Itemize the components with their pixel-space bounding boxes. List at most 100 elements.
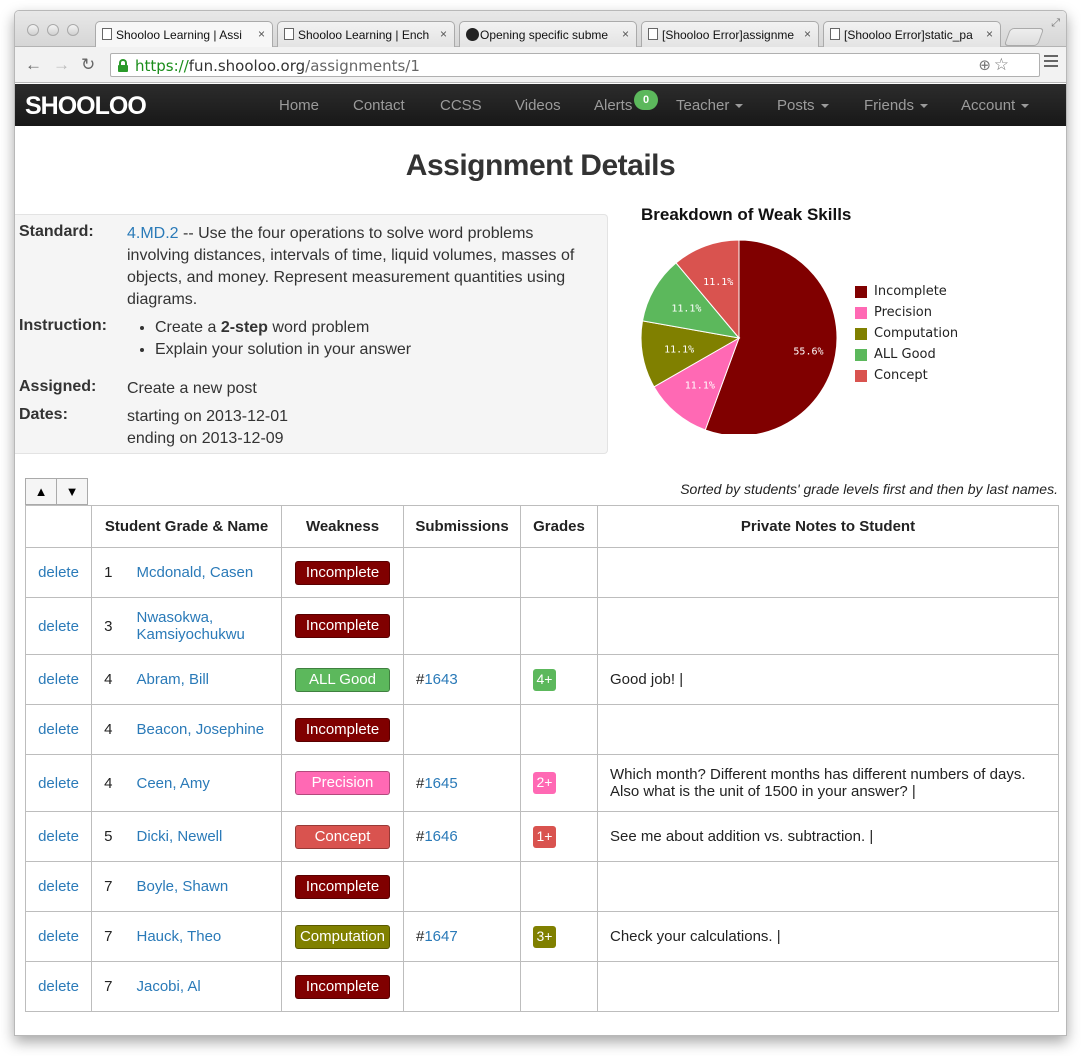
nav-item-alerts[interactable]: Alerts: [594, 97, 632, 114]
close-tab-icon[interactable]: ×: [804, 27, 811, 41]
legend-item: Computation: [855, 326, 958, 347]
delete-link[interactable]: delete: [38, 721, 79, 738]
delete-link[interactable]: delete: [38, 775, 79, 792]
delete-link[interactable]: delete: [38, 671, 79, 688]
grade-level: 5: [91, 811, 125, 862]
legend-item: Precision: [855, 305, 958, 326]
private-note[interactable]: [597, 861, 1059, 912]
private-note[interactable]: Check your calculations. |: [597, 911, 1059, 962]
delete-link[interactable]: delete: [38, 618, 79, 635]
close-tab-icon[interactable]: ×: [622, 27, 629, 41]
standard-code-link[interactable]: 4.MD.2: [127, 225, 179, 242]
private-note[interactable]: Good job! |: [597, 654, 1059, 705]
weakness-badge[interactable]: Concept: [295, 824, 390, 849]
nav-item-posts[interactable]: Posts: [777, 97, 829, 114]
new-tab-button[interactable]: [1003, 28, 1045, 46]
student-name-link[interactable]: Mcdonald, Casen: [137, 564, 254, 581]
weakness-badge[interactable]: Incomplete: [295, 974, 390, 999]
browser-tab[interactable]: [Shooloo Error]assignme ×: [641, 21, 819, 47]
weakness-badge[interactable]: Precision: [295, 771, 390, 795]
close-window-button[interactable]: [27, 24, 39, 36]
student-name-link[interactable]: Abram, Bill: [137, 671, 210, 688]
student-name-link[interactable]: Boyle, Shawn: [137, 878, 229, 895]
private-note[interactable]: [597, 704, 1059, 755]
zoom-window-button[interactable]: [67, 24, 79, 36]
delete-link[interactable]: delete: [38, 828, 79, 845]
actions-cell: delete: [25, 654, 92, 705]
student-name-link[interactable]: Hauck, Theo: [137, 928, 222, 945]
reload-icon[interactable]: ↻: [81, 55, 95, 75]
brand-logo[interactable]: SHOOLOO: [25, 92, 147, 121]
private-note[interactable]: See me about addition vs. subtraction. |: [597, 811, 1059, 862]
close-tab-icon[interactable]: ×: [440, 27, 447, 41]
student-name-link[interactable]: Nwasokwa, Kamsiyochukwu: [137, 609, 245, 643]
forward-arrow-icon[interactable]: →: [53, 55, 70, 75]
caret-down-icon: [735, 104, 744, 109]
student-name-link[interactable]: Dicki, Newell: [137, 828, 223, 845]
submission-link[interactable]: 1645: [424, 775, 457, 792]
address-bar[interactable]: https://fun.shooloo.org/assignments/1 ⊕ …: [110, 53, 1040, 77]
fullscreen-icon[interactable]: ⤢: [1051, 17, 1060, 30]
private-note[interactable]: Which month? Different months has differ…: [597, 754, 1059, 812]
pie-slice-label: 55.6%: [793, 346, 823, 357]
grade-level: 7: [91, 961, 125, 1012]
submission-cell: #1645: [403, 754, 521, 812]
delete-link[interactable]: delete: [38, 878, 79, 895]
nav-item-friends[interactable]: Friends: [864, 97, 929, 114]
page-icon: [284, 28, 294, 40]
browser-tab[interactable]: Shooloo Learning | Ench ×: [277, 21, 455, 47]
delete-link[interactable]: delete: [38, 564, 79, 581]
browser-tab[interactable]: Opening specific subme ×: [459, 21, 637, 47]
student-name-link[interactable]: Jacobi, Al: [137, 978, 201, 995]
nav-item-home[interactable]: Home: [279, 97, 319, 114]
nav-item-label: Videos: [515, 97, 561, 114]
close-tab-icon[interactable]: ×: [986, 27, 993, 41]
student-name-link[interactable]: Beacon, Josephine: [137, 721, 265, 738]
weakness-badge[interactable]: Incomplete: [295, 717, 390, 742]
table-row: delete 3 Nwasokwa, Kamsiyochukwu Incomplete: [25, 597, 1059, 655]
submission-link[interactable]: 1646: [424, 828, 457, 845]
nav-item-ccss[interactable]: CCSS: [440, 97, 482, 114]
browser-menu-icon[interactable]: [1044, 55, 1058, 70]
header-weakness: Weakness: [281, 505, 404, 548]
actions-cell: delete: [25, 961, 92, 1012]
name-cell: Boyle, Shawn: [124, 861, 282, 912]
delete-link[interactable]: delete: [38, 978, 79, 995]
sort-ascending-button[interactable]: ▲: [25, 478, 57, 505]
submission-link[interactable]: 1643: [424, 671, 457, 688]
private-note[interactable]: [597, 961, 1059, 1012]
weakness-badge[interactable]: Incomplete: [295, 560, 390, 585]
student-name-link[interactable]: Ceen, Amy: [137, 775, 210, 792]
private-note[interactable]: [597, 547, 1059, 598]
weak-skills-pie-chart: 55.6% 11.1% 11.1% 11.1% 11.1%: [640, 239, 838, 434]
browser-tab[interactable]: Shooloo Learning | Assi ×: [95, 21, 273, 47]
back-arrow-icon[interactable]: ←: [25, 55, 42, 75]
legend-item: Concept: [855, 368, 958, 389]
weakness-badge[interactable]: Incomplete: [295, 614, 390, 638]
close-tab-icon[interactable]: ×: [258, 27, 265, 41]
minimize-window-button[interactable]: [47, 24, 59, 36]
nav-item-contact[interactable]: Contact: [353, 97, 405, 114]
actions-cell: delete: [25, 911, 92, 962]
standard-text: -- Use the four operations to solve word…: [127, 225, 575, 308]
nav-item-account[interactable]: Account: [961, 97, 1030, 114]
browser-tab[interactable]: [Shooloo Error]static_pa ×: [823, 21, 1001, 47]
weakness-badge[interactable]: ALL Good: [295, 667, 390, 692]
private-note[interactable]: [597, 597, 1059, 655]
header-name: Student Grade & Name: [91, 505, 282, 548]
site-navbar: SHOOLOO Home Contact CCSS Videos Alerts Teach…: [15, 84, 1066, 126]
zoom-icon[interactable]: ⊕: [978, 56, 991, 74]
grade-level: 1: [91, 547, 125, 598]
submission-link[interactable]: 1647: [424, 928, 457, 945]
weakness-badge[interactable]: Computation: [295, 924, 390, 949]
nav-item-teacher[interactable]: Teacher: [676, 97, 744, 114]
sort-descending-button[interactable]: ▼: [56, 478, 88, 505]
assigned-value: Create a new post: [127, 380, 257, 397]
grade-cell: 1+: [520, 811, 598, 862]
delete-link[interactable]: delete: [38, 928, 79, 945]
nav-item-videos[interactable]: Videos: [515, 97, 561, 114]
actions-cell: delete: [25, 547, 92, 598]
weakness-badge[interactable]: Incomplete: [295, 874, 390, 899]
bookmark-star-icon[interactable]: ☆: [994, 55, 1009, 75]
grade-badge: 1+: [533, 825, 556, 848]
